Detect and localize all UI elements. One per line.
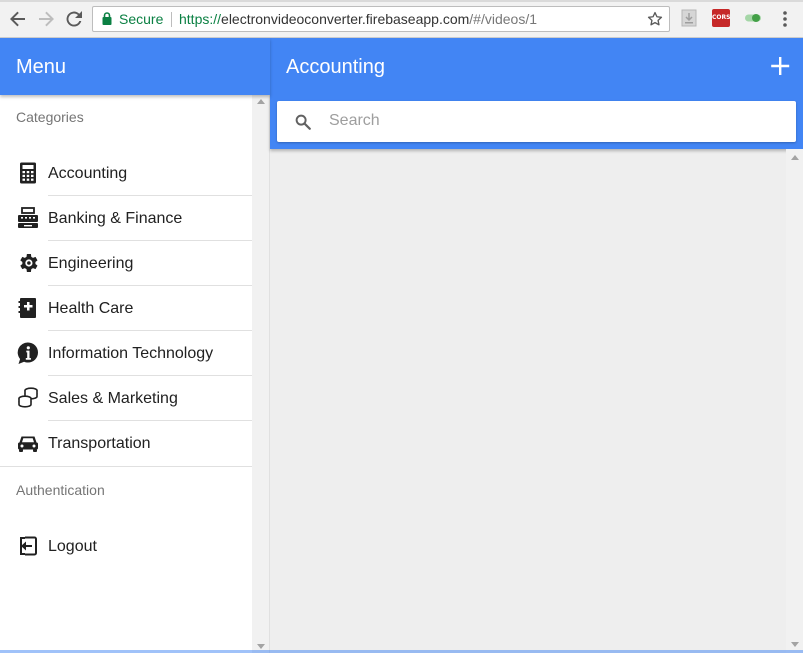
bookmark-star-icon[interactable] — [646, 10, 664, 28]
cors-extension-icon[interactable]: CORS — [712, 9, 730, 27]
sidebar-item-information-technology[interactable]: Information Technology — [0, 331, 252, 376]
authentication-subheader: Authentication — [16, 482, 105, 498]
forward-arrow-icon — [39, 11, 54, 27]
info-bubble-icon — [17, 342, 38, 364]
toggle-extension-icon[interactable] — [744, 12, 762, 24]
more-menu-icon[interactable] — [782, 10, 788, 28]
sidebar-item-label: Sales & Marketing — [48, 390, 178, 407]
sidebar-item-banking-finance[interactable]: Banking & Finance — [0, 196, 252, 241]
sidebar-item-engineering[interactable]: Engineering — [0, 241, 252, 286]
sidebar-scrollbar[interactable] — [252, 95, 269, 653]
sidebar: Menu Categories Accounting Banking & Fin… — [0, 38, 270, 653]
content-scrollbar[interactable] — [786, 149, 803, 653]
sidebar-header: Menu — [0, 38, 270, 95]
sidebar-item-health-care[interactable]: Health Care — [0, 286, 252, 331]
url-host: electronvideoconverter.firebaseapp.com — [221, 11, 470, 27]
medical-book-icon — [18, 298, 36, 318]
search-icon — [295, 114, 311, 130]
sidebar-item-label: Health Care — [48, 300, 134, 317]
sidebar-item-label: Accounting — [48, 165, 128, 182]
forward-button[interactable] — [35, 8, 57, 30]
back-arrow-icon — [10, 11, 25, 27]
cash-register-icon — [18, 207, 38, 228]
gear-icon — [20, 254, 38, 272]
secure-label: Secure — [119, 11, 164, 27]
plus-icon — [771, 57, 790, 75]
scroll-down-arrow-icon[interactable] — [791, 642, 799, 647]
coins-icon — [18, 387, 38, 408]
lock-icon — [102, 12, 112, 25]
calculator-icon — [20, 162, 36, 184]
browser-toolbar: Secure https://electronvideoconverter.fi… — [0, 0, 803, 38]
sidebar-item-label: Transportation — [48, 435, 151, 452]
section-divider — [0, 466, 252, 467]
scroll-up-arrow-icon[interactable] — [257, 99, 265, 104]
sidebar-item-label: Information Technology — [48, 345, 214, 362]
reload-icon — [66, 11, 82, 27]
search-input[interactable] — [329, 109, 769, 133]
scroll-up-arrow-icon[interactable] — [791, 155, 799, 160]
car-icon — [18, 436, 38, 452]
page-title: Accounting — [286, 56, 385, 78]
main-toolbar: Accounting — [270, 38, 803, 149]
sidebar-item-sales-marketing[interactable]: Sales & Marketing — [0, 376, 252, 421]
url-path: /#/videos/1 — [469, 11, 538, 27]
sidebar-item-transportation[interactable]: Transportation — [0, 421, 252, 466]
search-bar[interactable] — [277, 101, 796, 142]
logout-label: Logout — [48, 538, 97, 555]
sidebar-item-accounting[interactable]: Accounting — [0, 151, 252, 196]
logout-item[interactable]: Logout — [0, 524, 252, 569]
logout-icon — [20, 536, 37, 556]
address-bar[interactable]: Secure https://electronvideoconverter.fi… — [92, 6, 670, 32]
tab-strip-edge — [0, 0, 803, 2]
categories-subheader: Categories — [16, 109, 84, 125]
reload-button[interactable] — [63, 8, 85, 30]
back-button[interactable] — [7, 8, 29, 30]
address-separator — [171, 12, 172, 27]
sidebar-title: Menu — [16, 56, 67, 78]
sidebar-item-label: Banking & Finance — [48, 210, 183, 227]
add-button[interactable] — [767, 53, 793, 79]
download-extension-icon[interactable] — [681, 9, 697, 27]
url-protocol: https:// — [179, 11, 222, 27]
scroll-down-arrow-icon[interactable] — [257, 644, 265, 649]
url-text[interactable]: https://electronvideoconverter.firebasea… — [179, 11, 537, 28]
sidebar-item-label: Engineering — [48, 255, 134, 272]
main-content: Accounting — [270, 38, 803, 653]
